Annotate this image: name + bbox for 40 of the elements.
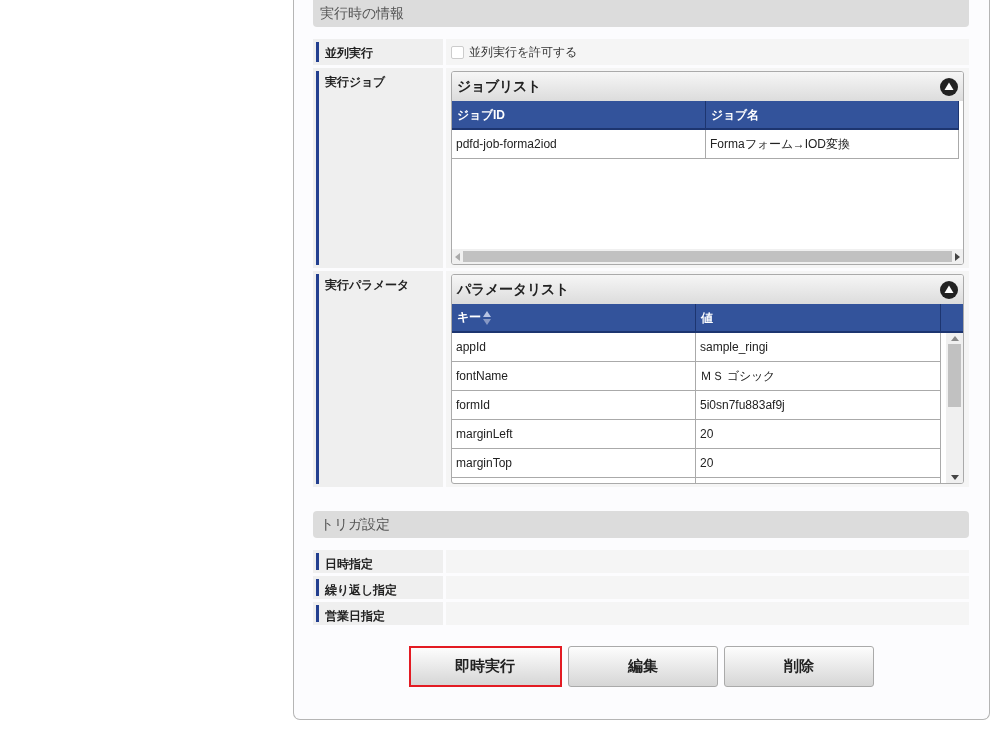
table-cell: formId [452, 391, 696, 420]
scroll-up-icon[interactable] [950, 336, 959, 341]
field-label: 実行パラメータ [313, 271, 443, 487]
column-header[interactable]: ジョブ名 [706, 101, 959, 130]
table-cell: 20 [696, 449, 941, 478]
section-header: 実行時の情報 [313, 0, 969, 27]
collapse-icon[interactable] [940, 280, 958, 299]
action-button[interactable]: 削除 [723, 646, 874, 687]
table-cell: fontName [452, 362, 696, 391]
header-filler [941, 304, 963, 333]
table-cell: marginLeft [452, 420, 696, 449]
column-header[interactable]: ジョブID [452, 101, 706, 130]
checkbox[interactable] [451, 45, 464, 59]
field-label: 繰り返し指定 [313, 576, 443, 599]
table-cell: marginTop [452, 449, 696, 478]
collapse-icon[interactable] [940, 77, 958, 96]
table-cell: sample_ringi [696, 333, 941, 362]
action-button[interactable]: 即時実行 [408, 646, 562, 687]
scrollbar-thumb[interactable] [948, 344, 961, 407]
table-cell: 5i0sn7fu883af9j [696, 391, 941, 420]
column-header[interactable]: キー [452, 304, 696, 333]
checkbox-label[interactable]: 並列実行を許可する [469, 43, 577, 61]
table-cell: ＭＳ ゴシック [696, 362, 941, 391]
scroll-down-icon[interactable] [950, 475, 959, 480]
field-label: 営業日指定 [313, 602, 443, 625]
scroll-right-icon[interactable] [955, 252, 960, 261]
column-header[interactable]: 値 [696, 304, 941, 333]
table-cell: Formaフォーム→IOD変換 [706, 130, 959, 159]
field-label: 並列実行 [313, 39, 443, 65]
field-label: 日時指定 [313, 550, 443, 573]
table-cell: 20 [696, 420, 941, 449]
section-header: トリガ設定 [313, 511, 969, 538]
sort-icon[interactable] [483, 310, 491, 325]
table-cell: appId [452, 333, 696, 362]
grid-title: ジョブリスト [457, 77, 541, 96]
grid-title: パラメータリスト [457, 280, 569, 299]
action-button[interactable]: 編集 [567, 646, 718, 687]
field-label: 実行ジョブ [313, 68, 443, 268]
scrollbar-thumb[interactable] [463, 251, 952, 262]
table-cell: pdfd-job-forma2iod [452, 130, 706, 159]
